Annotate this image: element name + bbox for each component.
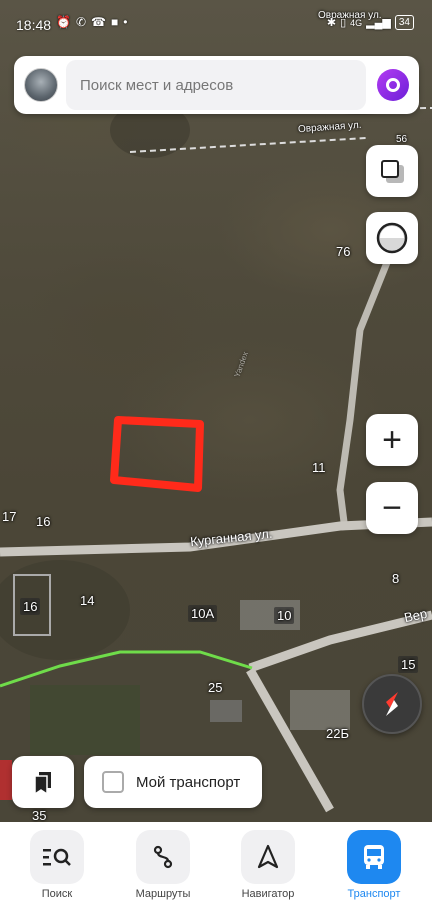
battery-icon: 34 [394,15,414,30]
house-number: 16 [36,514,51,529]
route-icon [136,830,190,884]
house-number: 35 [32,808,47,822]
dot-icon: • [123,15,128,29]
alarm-icon: ⏰ [56,15,71,29]
video-icon: ■ [110,15,119,29]
my-transport-label: Мой транспорт [136,773,241,791]
house-number: 8 [392,571,400,586]
network-type: 4G [350,17,363,28]
my-location-button[interactable] [362,674,422,734]
alice-voice-assistant-icon[interactable] [377,69,409,101]
bookmarks-button[interactable] [12,756,74,808]
search-list-icon [30,830,84,884]
house-number: 22Б [326,726,349,741]
bluetooth-icon: ✱ [326,17,337,29]
zoom-out-button[interactable]: − [366,482,418,534]
zoom-in-button[interactable]: + [366,414,418,466]
avatar[interactable] [24,68,58,102]
status-bar: 18:48 ⏰ ✆ ☎ ■ • ✱ ▯ 4G ▂▄▆ 34 [0,0,432,48]
tab-label: Навигатор [241,888,295,900]
search-input[interactable]: Поиск мест и адресов [66,60,366,110]
navigation-arrow-icon [386,692,398,716]
signal-icon: ▂▄▆ [366,17,391,29]
status-notification-icons: ⏰ ✆ ☎ ■ • [56,15,127,29]
tab-label: Поиск [41,888,73,900]
tab-label: Транспорт [347,888,401,900]
phone-icon: ☎ [91,15,106,29]
layers-button[interactable] [366,145,418,197]
tab-routes[interactable]: Маршруты [123,830,203,910]
tab-transport[interactable]: Транспорт [334,830,414,910]
house-number: 56 [396,134,408,145]
house-number: 16 [20,598,41,615]
vibrate-icon: ▯ [340,17,347,29]
bottom-tab-bar: Поиск Маршруты Навигатор Транспорт [0,822,432,910]
house-number: 15 [398,656,419,673]
orientation-button[interactable] [366,212,418,264]
house-number: 25 [208,680,223,695]
house-number: 76 [336,244,351,259]
status-system-icons: ✱ ▯ 4G ▂▄▆ 34 [327,15,414,30]
my-transport-checkbox[interactable] [102,771,124,793]
house-number: 14 [80,593,95,608]
status-time: 18:48 [16,17,52,33]
house-number: 10А [188,605,218,622]
search-bar: Поиск мест и адресов [14,56,419,114]
tab-label: Маршруты [135,888,191,900]
tab-navigator[interactable]: Навигатор [228,830,308,910]
navigator-arrow-icon [241,830,295,884]
bus-icon [347,830,401,884]
house-number: 17 [2,509,17,524]
house-number: 10 [274,607,295,624]
viber-icon: ✆ [75,15,87,29]
house-number: 11 [312,460,326,475]
my-transport-button[interactable]: Мой транспорт [84,756,262,808]
drawn-red-outline [110,416,204,492]
compass-icon [376,222,408,254]
tab-search[interactable]: Поиск [17,830,97,910]
bookmarks-icon [34,772,51,796]
